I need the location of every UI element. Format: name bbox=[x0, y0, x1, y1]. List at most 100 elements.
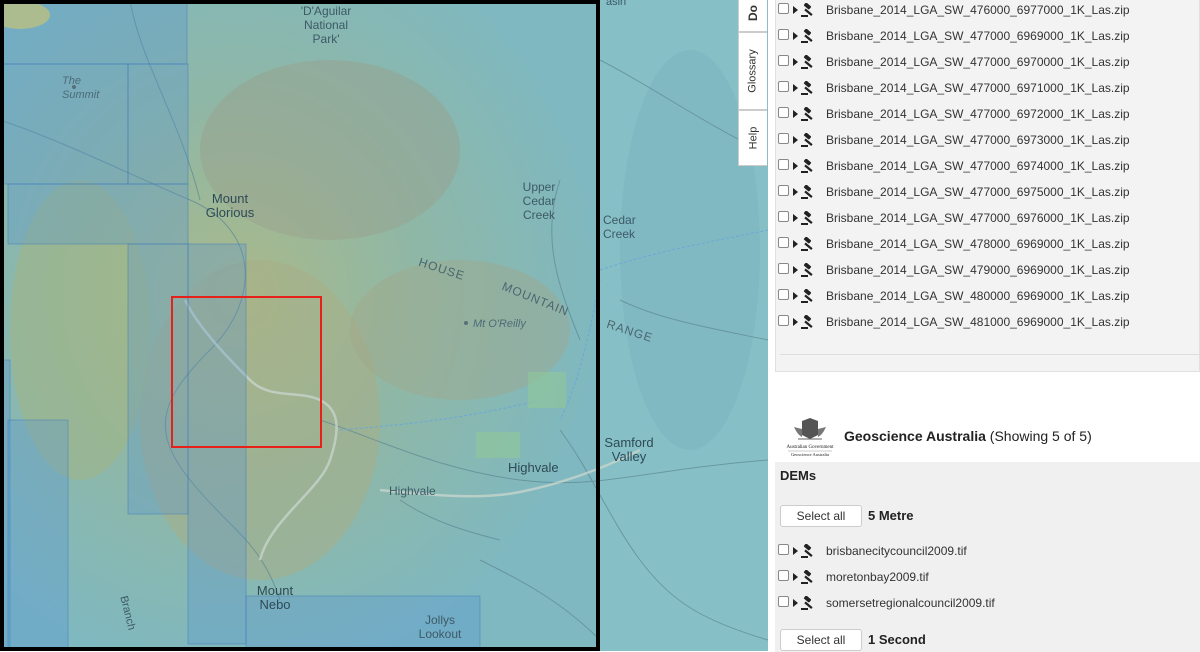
file-checkbox[interactable] bbox=[778, 184, 789, 196]
file-name: Brisbane_2014_LGA_SW_477000_6969000_1K_L… bbox=[826, 29, 1130, 43]
expand-arrow-icon[interactable] bbox=[793, 32, 798, 40]
file-checkbox[interactable] bbox=[778, 80, 789, 92]
map-label-upper-cedar-creek: Upper Cedar Creek bbox=[522, 180, 556, 222]
file-name: brisbanecitycouncil2009.tif bbox=[826, 544, 967, 558]
map-label-samford-valley: Samford Valley bbox=[604, 435, 654, 464]
group-title-1-second: 1 Second bbox=[868, 632, 926, 647]
file-checkbox[interactable] bbox=[778, 158, 789, 170]
file-row: Brisbane_2014_LGA_SW_477000_6969000_1K_L… bbox=[778, 26, 1130, 46]
tab-downloads[interactable]: Do bbox=[738, 0, 767, 32]
gavel-icon bbox=[801, 543, 813, 558]
gavel-icon bbox=[801, 2, 813, 17]
select-all-button-5-metre[interactable]: Select all bbox=[780, 505, 862, 527]
expand-arrow-icon[interactable] bbox=[793, 547, 798, 555]
file-name: Brisbane_2014_LGA_SW_477000_6973000_1K_L… bbox=[826, 133, 1130, 147]
gavel-icon bbox=[801, 595, 813, 610]
expand-arrow-icon[interactable] bbox=[793, 292, 798, 300]
map-label-jollys-lookout: Jollys Lookout bbox=[418, 613, 462, 641]
expand-arrow-icon[interactable] bbox=[793, 240, 798, 248]
logo-line-1: Australian Government bbox=[786, 445, 834, 450]
provider-title: Geoscience Australia (Showing 5 of 5) bbox=[844, 428, 1092, 444]
file-checkbox[interactable] bbox=[778, 132, 789, 144]
file-row: Brisbane_2014_LGA_SW_477000_6974000_1K_L… bbox=[778, 156, 1130, 176]
gavel-icon bbox=[801, 288, 813, 303]
map-label-highvale-road: Highvale bbox=[389, 484, 436, 498]
file-row: Brisbane_2014_LGA_SW_477000_6972000_1K_L… bbox=[778, 104, 1130, 124]
file-row: Brisbane_2014_LGA_SW_479000_6969000_1K_L… bbox=[778, 260, 1130, 280]
file-checkbox[interactable] bbox=[778, 106, 789, 118]
expand-arrow-icon[interactable] bbox=[793, 136, 798, 144]
file-row: Brisbane_2014_LGA_SW_480000_6969000_1K_L… bbox=[778, 286, 1130, 306]
file-row: Brisbane_2014_LGA_SW_476000_6977000_1K_L… bbox=[778, 0, 1130, 20]
file-checkbox[interactable] bbox=[778, 288, 789, 300]
tab-help[interactable]: Help bbox=[738, 110, 767, 166]
file-checkbox[interactable] bbox=[778, 210, 789, 222]
file-checkbox[interactable] bbox=[778, 543, 789, 555]
map-view[interactable]: 'D'Aguilar National Park' The Summit Mou… bbox=[0, 0, 768, 651]
gavel-icon bbox=[801, 236, 813, 251]
select-all-button-1-second[interactable]: Select all bbox=[780, 629, 862, 651]
map-label-cedar-creek: Cedar Creek bbox=[603, 213, 636, 241]
gavel-icon bbox=[801, 314, 813, 329]
gavel-icon bbox=[801, 54, 813, 69]
file-checkbox[interactable] bbox=[778, 2, 789, 14]
gavel-icon bbox=[801, 106, 813, 121]
expand-arrow-icon[interactable] bbox=[793, 318, 798, 326]
file-name: somersetregionalcouncil2009.tif bbox=[826, 596, 995, 610]
expand-arrow-icon[interactable] bbox=[793, 58, 798, 66]
tab-glossary[interactable]: Glossary bbox=[738, 32, 767, 110]
logo-line-2: Geoscience Australia bbox=[791, 452, 829, 457]
expand-arrow-icon[interactable] bbox=[793, 84, 798, 92]
group-title-5-metre: 5 Metre bbox=[868, 508, 914, 523]
file-name: Brisbane_2014_LGA_SW_477000_6972000_1K_L… bbox=[826, 107, 1130, 121]
file-row: Brisbane_2014_LGA_SW_481000_6969000_1K_L… bbox=[778, 312, 1130, 332]
expand-arrow-icon[interactable] bbox=[793, 110, 798, 118]
expand-arrow-icon[interactable] bbox=[793, 266, 798, 274]
gavel-icon bbox=[801, 158, 813, 173]
map-label-highvale-town: Highvale bbox=[508, 460, 559, 475]
side-tabs: Do Glossary Help bbox=[738, 0, 768, 166]
map-label-basin: asin bbox=[606, 0, 627, 8]
gavel-icon bbox=[801, 132, 813, 147]
file-row: moretonbay2009.tif bbox=[778, 567, 929, 587]
file-name: Brisbane_2014_LGA_SW_478000_6969000_1K_L… bbox=[826, 237, 1130, 251]
gavel-icon bbox=[801, 210, 813, 225]
file-name: Brisbane_2014_LGA_SW_481000_6969000_1K_L… bbox=[826, 315, 1130, 329]
file-name: Brisbane_2014_LGA_SW_477000_6975000_1K_L… bbox=[826, 185, 1130, 199]
category-title: DEMs bbox=[780, 468, 817, 483]
file-checkbox[interactable] bbox=[778, 314, 789, 326]
file-name: Brisbane_2014_LGA_SW_477000_6974000_1K_L… bbox=[826, 159, 1130, 173]
file-checkbox[interactable] bbox=[778, 569, 789, 581]
expand-arrow-icon[interactable] bbox=[793, 188, 798, 196]
file-checkbox[interactable] bbox=[778, 595, 789, 607]
list-divider bbox=[780, 354, 1200, 355]
file-name: Brisbane_2014_LGA_SW_480000_6969000_1K_L… bbox=[826, 289, 1130, 303]
provider-showing-count: (Showing 5 of 5) bbox=[989, 428, 1092, 444]
file-row: brisbanecitycouncil2009.tif bbox=[778, 541, 967, 561]
file-checkbox[interactable] bbox=[778, 54, 789, 66]
file-row: Brisbane_2014_LGA_SW_477000_6975000_1K_L… bbox=[778, 182, 1130, 202]
gavel-icon bbox=[801, 184, 813, 199]
file-row: somersetregionalcouncil2009.tif bbox=[778, 593, 995, 613]
file-row: Brisbane_2014_LGA_SW_477000_6973000_1K_L… bbox=[778, 130, 1130, 150]
map-label-mount-glorious: Mount Glorious bbox=[205, 191, 255, 220]
expand-arrow-icon[interactable] bbox=[793, 573, 798, 581]
geoscience-australia-logo: Australian Government Geoscience Austral… bbox=[780, 415, 840, 459]
gavel-icon bbox=[801, 569, 813, 584]
file-row: Brisbane_2014_LGA_SW_477000_6970000_1K_L… bbox=[778, 52, 1130, 72]
file-name: moretonbay2009.tif bbox=[826, 570, 929, 584]
gavel-icon bbox=[801, 80, 813, 95]
file-checkbox[interactable] bbox=[778, 28, 789, 40]
expand-arrow-icon[interactable] bbox=[793, 599, 798, 607]
map-label-the-summit: The Summit bbox=[62, 75, 100, 101]
expand-arrow-icon[interactable] bbox=[793, 214, 798, 222]
map-label-mount-nebo: Mount Nebo bbox=[256, 583, 294, 612]
file-checkbox[interactable] bbox=[778, 262, 789, 274]
file-name: Brisbane_2014_LGA_SW_477000_6971000_1K_L… bbox=[826, 81, 1130, 95]
panel-gutter bbox=[768, 0, 774, 651]
expand-arrow-icon[interactable] bbox=[793, 6, 798, 14]
file-name: Brisbane_2014_LGA_SW_477000_6976000_1K_L… bbox=[826, 211, 1130, 225]
file-row: Brisbane_2014_LGA_SW_477000_6971000_1K_L… bbox=[778, 78, 1130, 98]
file-checkbox[interactable] bbox=[778, 236, 789, 248]
expand-arrow-icon[interactable] bbox=[793, 162, 798, 170]
